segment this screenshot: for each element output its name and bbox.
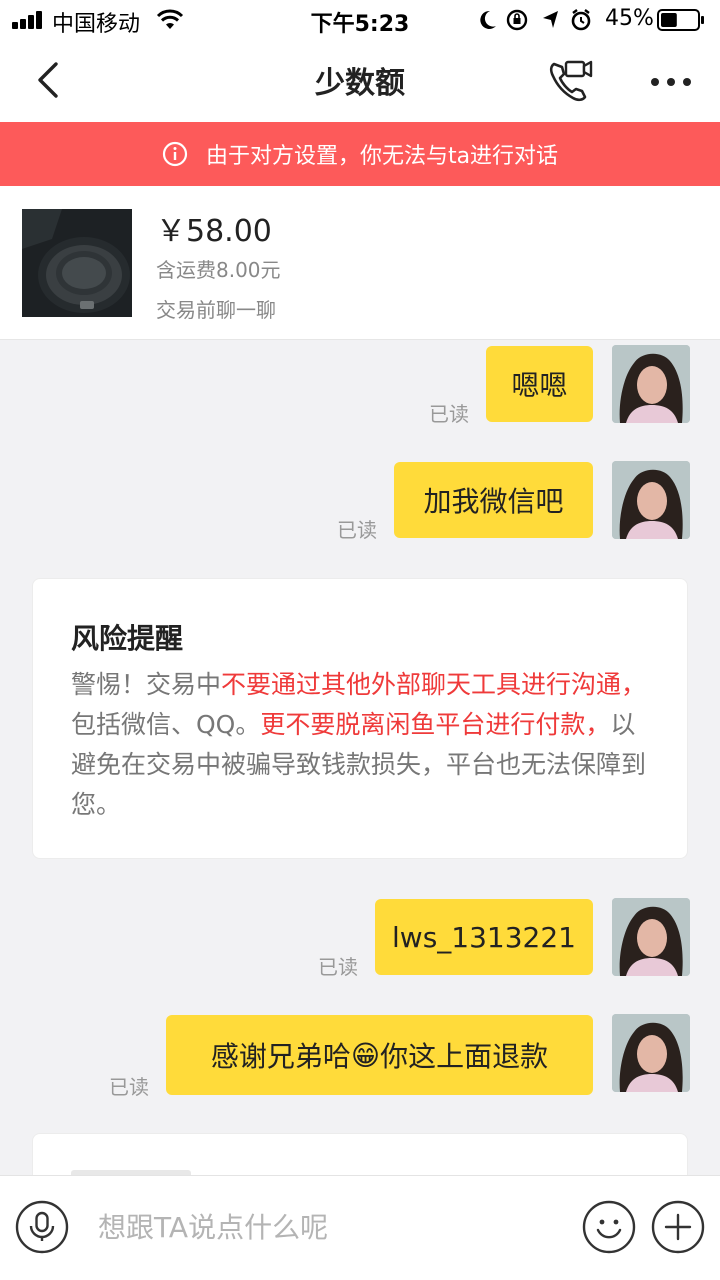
avatar[interactable] xyxy=(612,461,690,539)
grin-emoji: 😁 xyxy=(350,1038,381,1072)
nav-bar: 少数额 xyxy=(0,40,720,122)
avatar[interactable] xyxy=(612,1014,690,1092)
avatar[interactable] xyxy=(612,345,690,423)
status-icons xyxy=(480,9,591,31)
back-icon[interactable] xyxy=(30,60,70,100)
more-icon[interactable] xyxy=(646,62,696,102)
message-bubble[interactable]: 加我微信吧 xyxy=(394,462,593,538)
message-bubble[interactable]: lws_1313221 xyxy=(375,899,593,975)
product-note: 交易前聊一聊 xyxy=(156,298,276,322)
call-icon[interactable] xyxy=(546,56,596,106)
alarm-icon xyxy=(571,9,591,31)
blocked-banner: 由于对方设置，你无法与ta进行对话 xyxy=(0,122,720,186)
risk-segment: 警惕！交易中 xyxy=(71,670,222,699)
page-title: 少数额 xyxy=(315,66,405,101)
read-status: 已读 xyxy=(318,955,358,979)
message-text: 你这上面退款 xyxy=(380,1040,549,1073)
message-input[interactable]: 想跟TA说点什么呢 xyxy=(98,1208,538,1248)
microphone-icon[interactable] xyxy=(15,1200,69,1254)
message-bubble[interactable]: 嗯嗯 xyxy=(486,346,593,422)
status-bar: 中国移动 下午5:23 45% xyxy=(0,0,720,40)
info-icon xyxy=(162,141,188,167)
read-status: 已读 xyxy=(429,402,469,426)
risk-segment-highlight: 不要通过其他外部聊天工具进行沟通， xyxy=(221,670,647,699)
wifi-icon xyxy=(156,9,184,29)
read-status: 已读 xyxy=(337,518,377,542)
risk-notice-title: 风险提醒 xyxy=(71,622,184,655)
emoji-icon[interactable] xyxy=(582,1200,636,1254)
location-icon xyxy=(543,11,558,28)
rotation-lock-icon xyxy=(506,9,528,31)
moon-icon xyxy=(480,10,496,29)
message-text: 感谢兄弟哈 xyxy=(210,1040,351,1073)
carrier-label: 中国移动 xyxy=(52,12,141,37)
product-card[interactable]: ￥58.00 含运费8.00元 交易前聊一聊 xyxy=(0,186,720,340)
risk-notice-card: 风险提醒 警惕！交易中不要通过其他外部聊天工具进行沟通， 包括微信、QQ。更不要脱… xyxy=(32,578,688,859)
risk-notice-body: 警惕！交易中不要通过其他外部聊天工具进行沟通， 包括微信、QQ。更不要脱离闲鱼平台… xyxy=(71,665,651,825)
message-bubble[interactable]: 感谢兄弟哈 😁 你这上面退款 xyxy=(166,1015,593,1095)
risk-segment: 包括微信、QQ。 xyxy=(71,710,261,739)
add-icon[interactable] xyxy=(651,1200,705,1254)
product-thumbnail[interactable] xyxy=(22,209,132,317)
read-status: 已读 xyxy=(109,1075,149,1099)
signal-icon xyxy=(12,11,46,29)
avatar[interactable] xyxy=(612,898,690,976)
shipping-fee: 含运费8.00元 xyxy=(156,258,281,282)
input-bar: 想跟TA说点什么呢 xyxy=(0,1175,720,1280)
product-price: ￥58.00 xyxy=(156,214,272,249)
battery-icon xyxy=(657,9,704,31)
battery-percent: 45% xyxy=(605,6,654,31)
banner-text: 由于对方设置，你无法与ta进行对话 xyxy=(205,144,559,169)
risk-segment-highlight: 更不要脱离闲鱼平台进行付款， xyxy=(260,710,611,739)
